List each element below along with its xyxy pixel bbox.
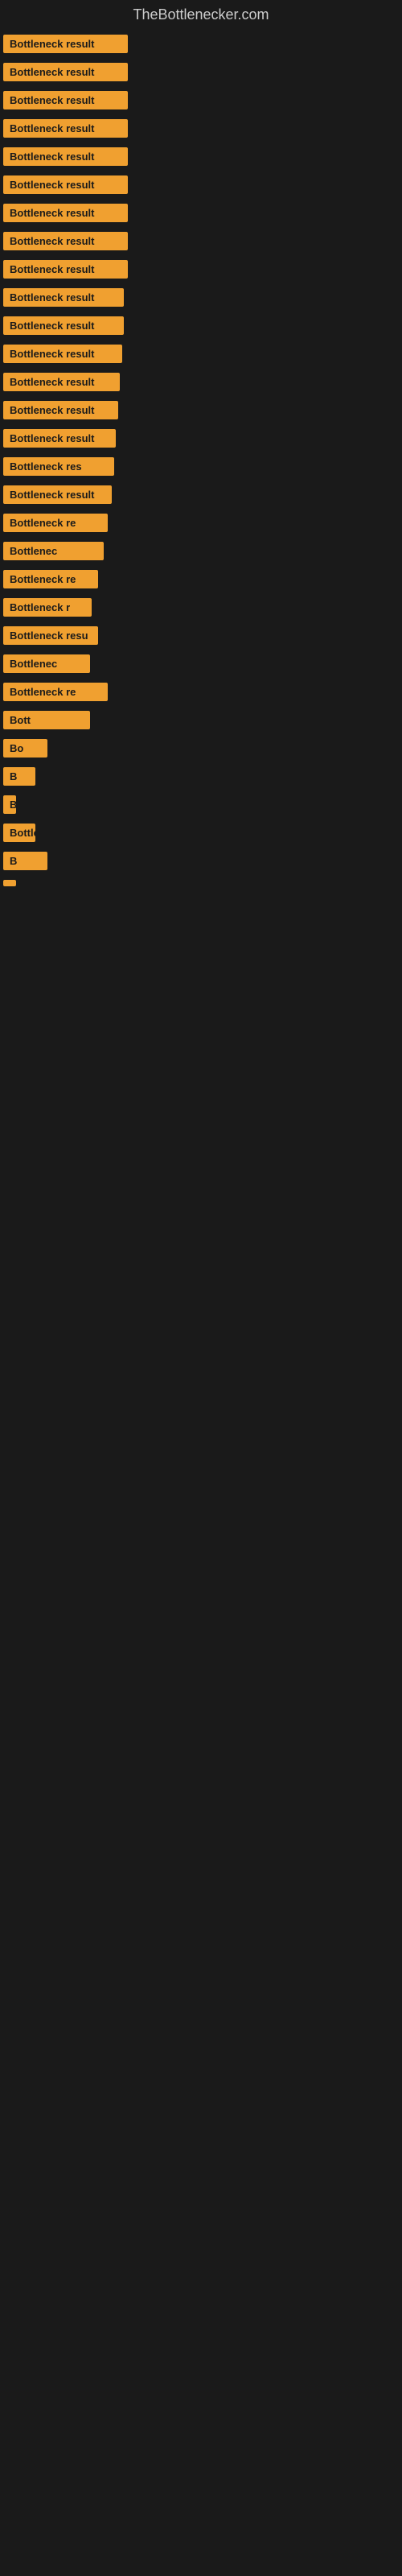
bottleneck-row-29: Bottle <box>2 819 400 847</box>
bottleneck-row-25: Bott <box>2 706 400 734</box>
bottleneck-badge-24: Bottleneck re <box>3 683 108 701</box>
bottleneck-row-16: Bottleneck res <box>2 452 400 481</box>
bottleneck-badge-27: B <box>3 767 35 786</box>
bottleneck-badge-18: Bottleneck re <box>3 514 108 532</box>
bottleneck-row-22: Bottleneck resu <box>2 621 400 650</box>
bottleneck-badge-9: Bottleneck result <box>3 260 128 279</box>
bottleneck-badge-19: Bottlenec <box>3 542 104 560</box>
bottleneck-badge-10: Bottleneck result <box>3 288 124 307</box>
bottleneck-badge-2: Bottleneck result <box>3 63 128 81</box>
bottleneck-row-28: Bo <box>2 791 400 819</box>
bottleneck-row-1: Bottleneck result <box>2 30 400 58</box>
bottleneck-badge-16: Bottleneck res <box>3 457 114 476</box>
bottleneck-badge-5: Bottleneck result <box>3 147 128 166</box>
bottleneck-row-30: B <box>2 847 400 875</box>
bottleneck-badge-15: Bottleneck result <box>3 429 116 448</box>
bottleneck-row-31 <box>2 875 400 891</box>
bottleneck-badge-8: Bottleneck result <box>3 232 128 250</box>
bottleneck-badge-12: Bottleneck result <box>3 345 122 363</box>
bottleneck-row-21: Bottleneck r <box>2 593 400 621</box>
bottleneck-row-13: Bottleneck result <box>2 368 400 396</box>
bottleneck-badge-6: Bottleneck result <box>3 175 128 194</box>
bottleneck-badge-30: B <box>3 852 47 870</box>
bottleneck-badge-28: Bo <box>3 795 16 814</box>
bottleneck-badge-31 <box>3 880 16 886</box>
bottleneck-row-8: Bottleneck result <box>2 227 400 255</box>
bottleneck-row-18: Bottleneck re <box>2 509 400 537</box>
bottleneck-row-9: Bottleneck result <box>2 255 400 283</box>
bottleneck-badge-11: Bottleneck result <box>3 316 124 335</box>
bottleneck-badge-3: Bottleneck result <box>3 91 128 109</box>
bottleneck-badge-13: Bottleneck result <box>3 373 120 391</box>
bottleneck-badge-29: Bottle <box>3 824 35 842</box>
bottleneck-badge-23: Bottlenec <box>3 654 90 673</box>
bottleneck-row-24: Bottleneck re <box>2 678 400 706</box>
bottleneck-badge-25: Bott <box>3 711 90 729</box>
bottleneck-badge-21: Bottleneck r <box>3 598 92 617</box>
bottleneck-badge-4: Bottleneck result <box>3 119 128 138</box>
bottleneck-row-12: Bottleneck result <box>2 340 400 368</box>
bottleneck-row-20: Bottleneck re <box>2 565 400 593</box>
bottleneck-row-3: Bottleneck result <box>2 86 400 114</box>
site-title: TheBottlenecker.com <box>2 0 400 30</box>
bottleneck-badge-22: Bottleneck resu <box>3 626 98 645</box>
bottleneck-row-23: Bottlenec <box>2 650 400 678</box>
bottleneck-row-11: Bottleneck result <box>2 312 400 340</box>
bottleneck-badge-20: Bottleneck re <box>3 570 98 588</box>
bottleneck-row-4: Bottleneck result <box>2 114 400 142</box>
bottleneck-row-5: Bottleneck result <box>2 142 400 171</box>
bottleneck-badge-1: Bottleneck result <box>3 35 128 53</box>
bottleneck-row-10: Bottleneck result <box>2 283 400 312</box>
bottleneck-row-19: Bottlenec <box>2 537 400 565</box>
bottleneck-badge-14: Bottleneck result <box>3 401 118 419</box>
bottleneck-badge-17: Bottleneck result <box>3 485 112 504</box>
bottleneck-row-15: Bottleneck result <box>2 424 400 452</box>
bottleneck-badge-26: Bo <box>3 739 47 758</box>
bottleneck-row-17: Bottleneck result <box>2 481 400 509</box>
bottleneck-row-6: Bottleneck result <box>2 171 400 199</box>
bottleneck-row-26: Bo <box>2 734 400 762</box>
bottleneck-row-14: Bottleneck result <box>2 396 400 424</box>
bottleneck-badge-7: Bottleneck result <box>3 204 128 222</box>
bottleneck-row-7: Bottleneck result <box>2 199 400 227</box>
bottleneck-row-2: Bottleneck result <box>2 58 400 86</box>
bottleneck-row-27: B <box>2 762 400 791</box>
